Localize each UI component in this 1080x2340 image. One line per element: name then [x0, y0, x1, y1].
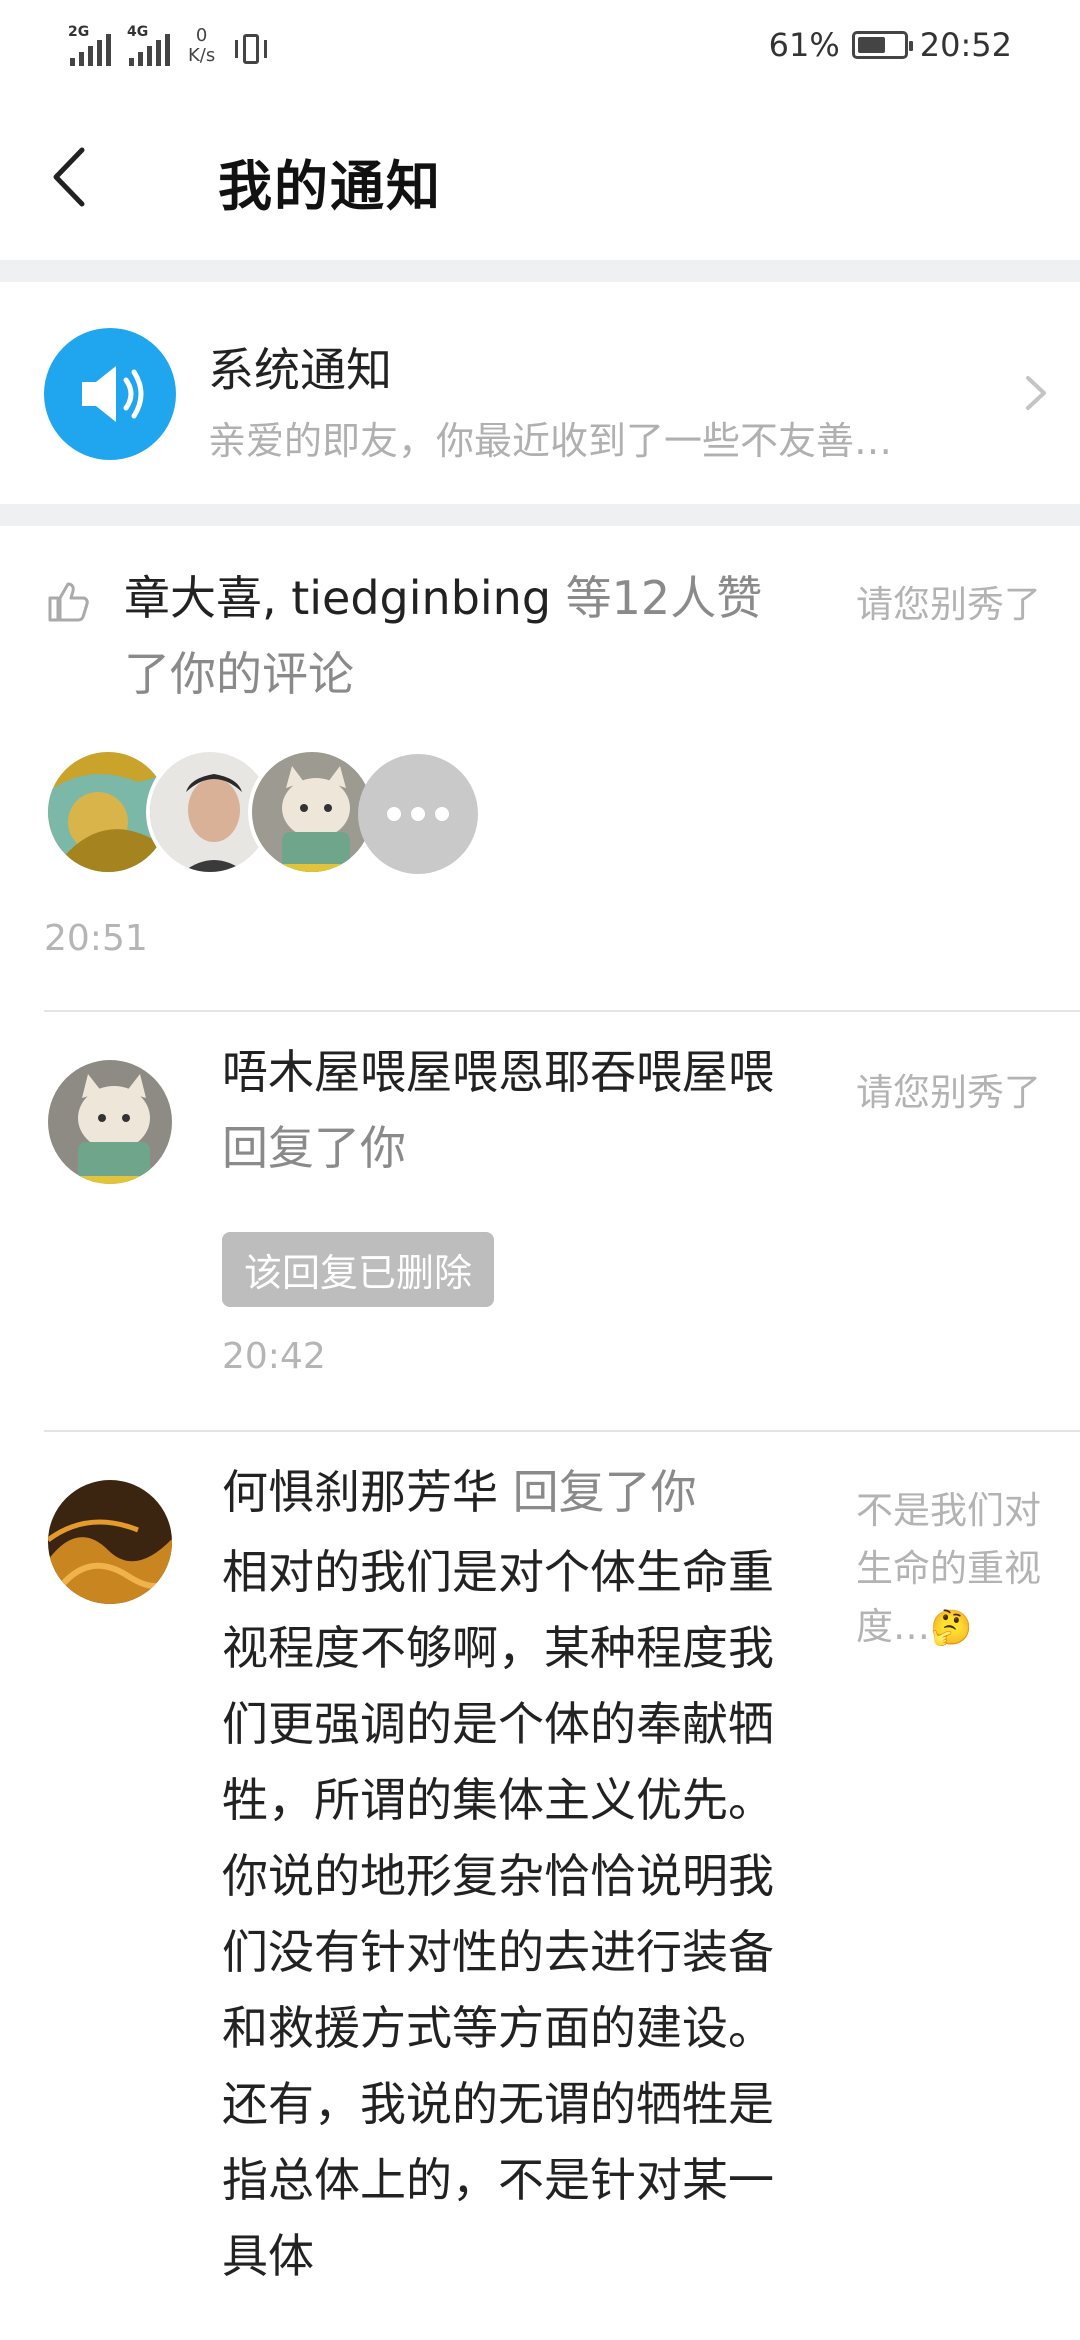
system-notice-preview: 亲爱的即友，你最近收到了一些不友善… [208, 419, 893, 463]
chevron-right-icon [1026, 376, 1046, 410]
notification-time: 20:51 [44, 918, 148, 959]
page-title: 我的通知 [218, 155, 442, 218]
comment-ref[interactable]: 请您别秀了 [856, 1064, 1042, 1122]
notification-time: 20:42 [222, 1336, 326, 1377]
chevron-left-icon [53, 147, 85, 207]
header: 我的通知 [0, 92, 1080, 260]
system-notice-row[interactable]: 系统通知 亲爱的即友，你最近收到了一些不友善… [0, 282, 1080, 504]
avatar[interactable] [44, 1476, 176, 1608]
more-dots-icon[interactable] [358, 754, 478, 874]
net-speed-unit: K/s [188, 45, 216, 66]
comment-ref[interactable]: 请您别秀了 [856, 576, 1042, 634]
section-gap [0, 504, 1080, 526]
signal-icon: 2G [68, 24, 111, 66]
reply-text: 唔木屋喂屋喂恩耶吞喂屋喂 回复了你 [222, 1034, 812, 1186]
section-gap [0, 260, 1080, 282]
like-users[interactable]: 章大喜, tiedginbing [124, 571, 551, 625]
comment-ref[interactable]: 不是我们对生命的重视度…🤔 [856, 1482, 1042, 1657]
reply-body: 相对的我们是对个体生命重视程度不够啊，某种程度我们更强调的是个体的奉献牺牲，所谓… [222, 1545, 774, 2283]
signal-label: 2G [68, 24, 90, 40]
reply-text: 何惧刹那芳华 回复了你 [222, 1454, 812, 1530]
thinking-emoji-icon: 🤔 [930, 1608, 973, 1648]
speaker-icon [44, 328, 176, 460]
clock: 20:52 [919, 26, 1012, 64]
battery-icon [851, 31, 913, 59]
net-speed: 0 K/s [188, 26, 215, 66]
net-speed-value: 0 [195, 25, 208, 46]
deleted-badge: 该回复已删除 [222, 1232, 495, 1307]
system-notice-title: 系统通知 [208, 343, 392, 397]
avatar[interactable] [248, 748, 376, 876]
signal-icon: 4G [127, 24, 170, 66]
reply-action: 回复了你 [512, 1465, 697, 1519]
reply-user[interactable]: 唔木屋喂屋喂恩耶吞喂屋喂 [222, 1045, 774, 1099]
reply-user[interactable]: 何惧刹那芳华 [222, 1465, 498, 1519]
like-text: 章大喜, tiedginbing 等12人赞了你的评论 [124, 560, 804, 712]
thumbs-up-icon [48, 582, 89, 622]
back-button[interactable] [44, 142, 104, 212]
notification-reply[interactable]: 何惧刹那芳华 回复了你 相对的我们是对个体生命重视程度不够啊，某种程度我们更强调… [0, 1432, 1080, 2340]
reply-action: 回复了你 [222, 1121, 406, 1175]
battery-percent: 61% [768, 26, 840, 64]
avatar[interactable] [44, 1056, 176, 1188]
battery-fill [857, 37, 885, 53]
notification-reply[interactable]: 唔木屋喂屋喂恩耶吞喂屋喂 回复了你 请您别秀了 该回复已删除 20:42 [0, 1012, 1080, 1430]
signal-label: 4G [127, 24, 149, 40]
vibrate-icon [233, 32, 269, 66]
notification-like[interactable]: 章大喜, tiedginbing 等12人赞了你的评论 请您别秀了 20:51 [0, 526, 1080, 1010]
status-bar: 2G 4G 0 K/s 61% 20:52 [0, 0, 1080, 92]
